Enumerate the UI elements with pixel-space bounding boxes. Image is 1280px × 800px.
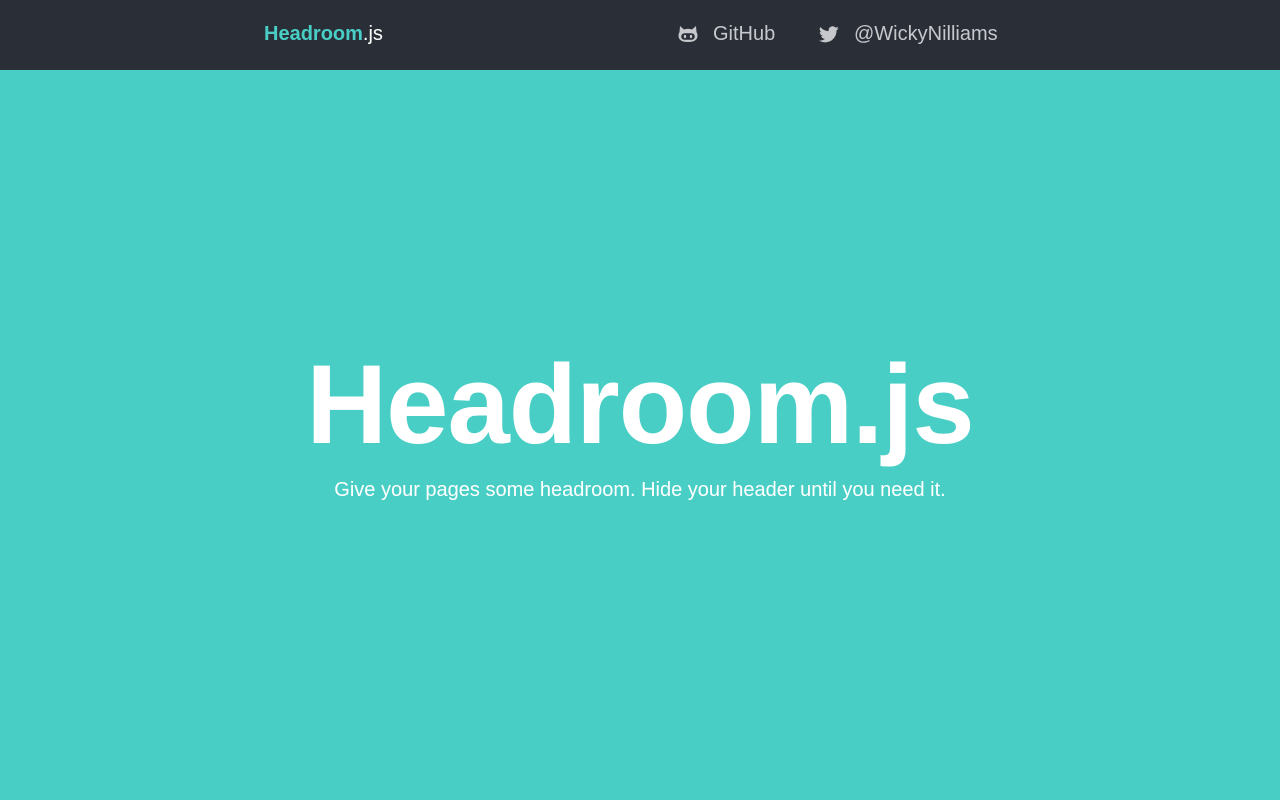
hero-tagline: Give your pages some headroom. Hide your… [334,479,946,501]
twitter-bird-icon [818,23,840,45]
twitter-link-label: @WickyNilliams [854,23,998,45]
github-octocat-icon [677,23,699,45]
twitter-link[interactable]: @WickyNilliams [818,22,998,46]
hero-title: Headroom.js [306,342,974,467]
hero-section: Headroom.js Give your pages some headroo… [0,70,1280,800]
github-link-label: GitHub [713,23,776,45]
brand-name: Headroom [264,23,363,45]
site-header: Headroom.js GitHub @WickyNilliams [0,0,1280,70]
brand-logo-link[interactable]: Headroom.js [264,22,383,46]
brand-suffix: .js [362,23,383,45]
github-link[interactable]: GitHub [677,22,775,46]
